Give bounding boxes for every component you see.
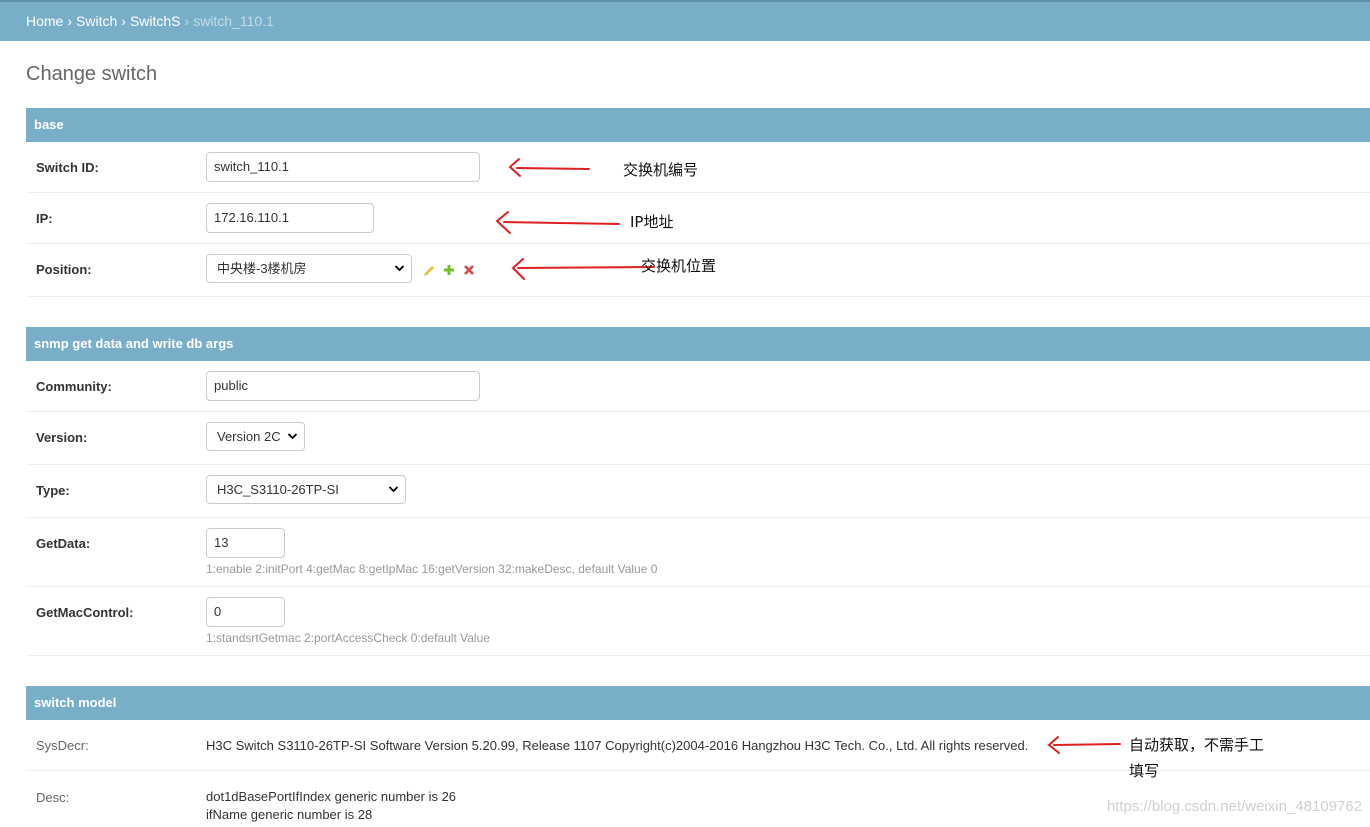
chevron-down-icon [388, 476, 399, 514]
breadcrumb-model-link[interactable]: SwitchS [130, 13, 181, 29]
breadcrumb-separator: › [67, 13, 73, 29]
position-select[interactable]: 中央楼-3楼机房 [206, 254, 412, 283]
form-row-getmaccontrol: GetMacControl: 0 1:standsrtGetmac 2:port… [26, 587, 1370, 656]
close-icon[interactable] [462, 263, 476, 277]
getdata-help-text: 1:enable 2:initPort 4:getMac 8:getIpMac … [206, 562, 658, 576]
annotation-position: 交换机位置 [641, 257, 717, 275]
fieldset-header-switch-model: switch model [26, 686, 1370, 720]
getmaccontrol-input[interactable]: 0 [206, 597, 285, 627]
sysdecr-label: SysDecr: [36, 738, 89, 753]
desc-line: dot1dBasePortIfIndex generic number is 2… [206, 789, 457, 804]
breadcrumb-current: switch_110.1 [193, 13, 274, 29]
breadcrumb-separator: › [184, 13, 190, 29]
chevron-down-icon [394, 255, 405, 293]
type-label: Type: [36, 483, 70, 498]
form-row-type: Type: H3C_S3110-26TP-SI [26, 465, 1370, 518]
desc-line: ifName generic number is 28 [206, 807, 373, 822]
position-select-value: 中央楼-3楼机房 [217, 261, 307, 276]
form-row-community: Community: public [26, 361, 1370, 412]
version-select-value: Version 2C [217, 429, 281, 444]
annotation-sysdecr: 填写 [1129, 762, 1160, 780]
fieldset-header-base: base [26, 108, 1370, 142]
pencil-icon[interactable] [422, 264, 436, 278]
community-label: Community: [36, 379, 112, 394]
switch-id-input[interactable]: switch_110.1 [206, 152, 480, 182]
arrow-left-icon [1047, 736, 1121, 754]
form-row-version: Version: Version 2C [26, 412, 1370, 465]
getdata-input[interactable]: 13 [206, 528, 285, 558]
watermark: https://blog.csdn.net/weixin_48109762 [1106, 798, 1362, 815]
annotation-sysdecr: 自动获取，不需手工 [1129, 736, 1265, 754]
getmaccontrol-label: GetMacControl: [36, 605, 134, 620]
arrow-left-icon [495, 211, 620, 234]
breadcrumb-home-link[interactable]: Home [26, 13, 63, 29]
community-input[interactable]: public [206, 371, 480, 401]
chevron-down-icon [287, 423, 298, 461]
breadcrumb-separator: › [121, 13, 126, 29]
position-label: Position: [36, 262, 92, 277]
fieldset-header-snmp: snmp get data and write db args [26, 327, 1370, 361]
plus-icon[interactable] [442, 263, 456, 277]
annotation-ip: IP地址 [630, 213, 674, 231]
sysdecr-value: H3C Switch S3110-26TP-SI Software Versio… [206, 738, 1029, 753]
version-select[interactable]: Version 2C [206, 422, 305, 451]
ip-label: IP: [36, 211, 53, 226]
page-title: Change switch [26, 63, 158, 85]
desc-value: dot1dBasePortIfIndex generic number is 2… [206, 788, 456, 824]
annotation-switch-id: 交换机编号 [623, 161, 699, 179]
version-label: Version: [36, 430, 88, 445]
getdata-label: GetData: [36, 536, 91, 551]
form-row-ip: IP: 172.16.110.1 [26, 193, 1370, 244]
form-row-getdata: GetData: 13 1:enable 2:initPort 4:getMac… [26, 518, 1370, 587]
switch-id-label: Switch ID: [36, 160, 99, 175]
getmaccontrol-help-text: 1:standsrtGetmac 2:portAccessCheck 0:def… [206, 631, 490, 645]
type-select[interactable]: H3C_S3110-26TP-SI [206, 475, 406, 504]
breadcrumb-app-link[interactable]: Switch [76, 13, 117, 29]
arrow-left-icon [511, 258, 655, 280]
ip-input[interactable]: 172.16.110.1 [206, 203, 374, 233]
desc-label: Desc: [36, 790, 70, 805]
breadcrumb: Home › Switch › SwitchS › switch_110.1 [0, 0, 1370, 41]
arrow-left-icon [508, 158, 590, 177]
type-select-value: H3C_S3110-26TP-SI [217, 482, 339, 497]
